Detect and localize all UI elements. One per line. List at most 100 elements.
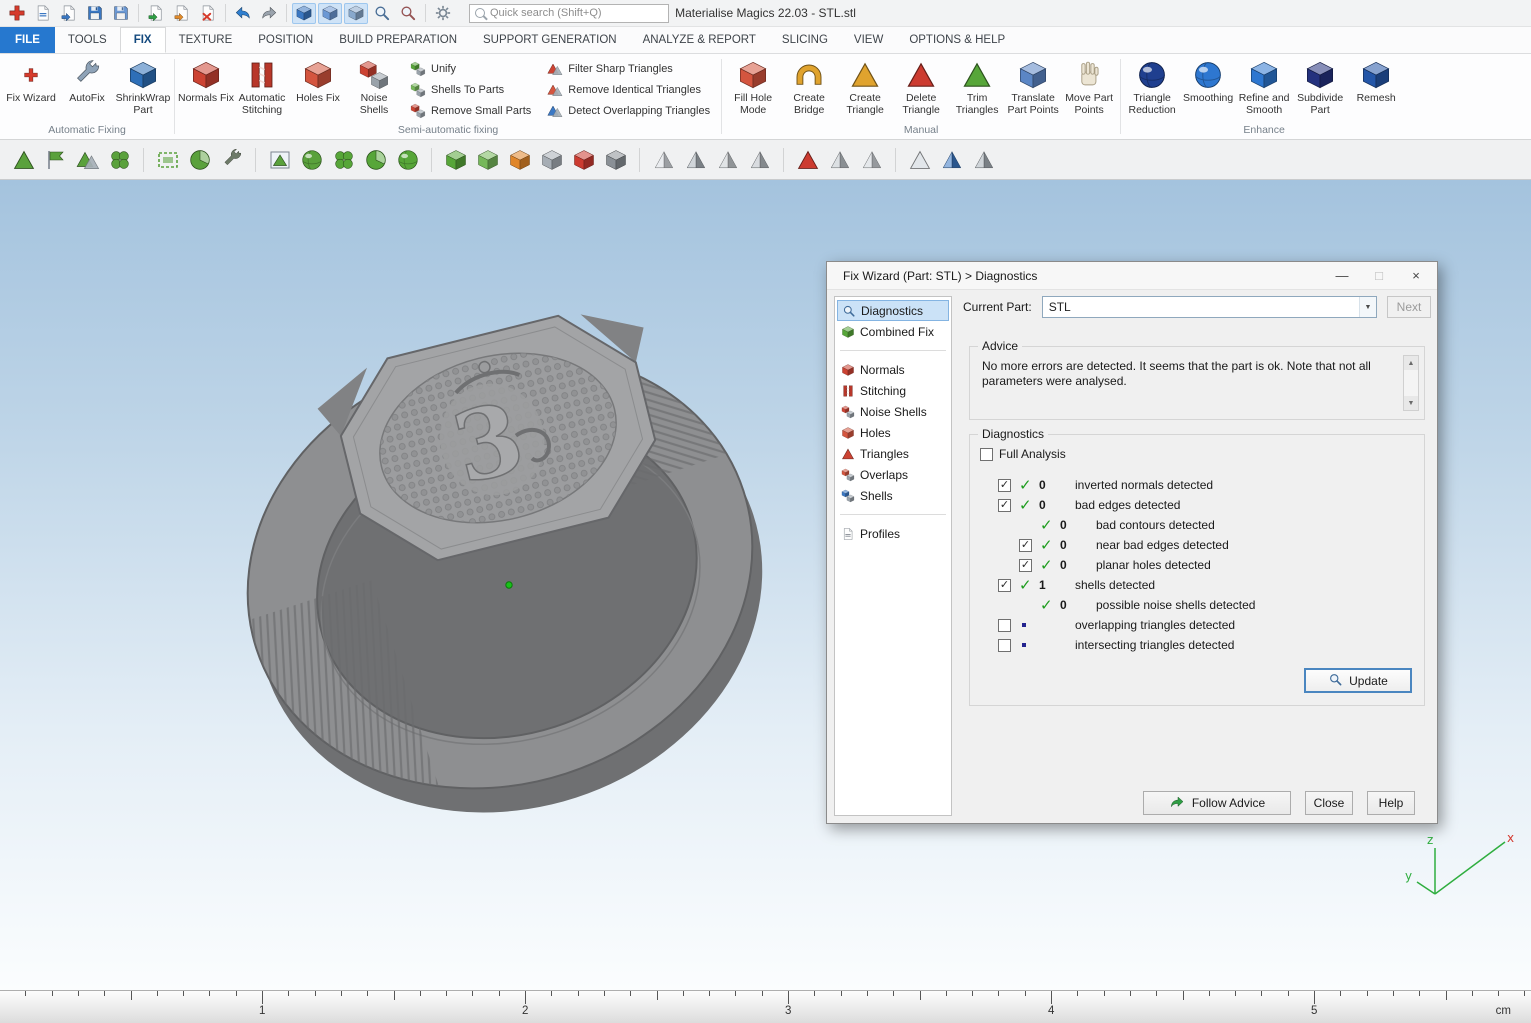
viewport-3d[interactable]: 3 x z y Fix Wizard (Part: STL) > Diagnos… [0, 180, 1531, 990]
unzoom-icon[interactable] [396, 3, 420, 24]
remesh-button[interactable]: Remesh [1348, 55, 1404, 117]
sidebar-item-noise-shells[interactable]: Noise Shells [837, 401, 949, 422]
quick-search-input[interactable]: Quick search (Shift+Q) [469, 4, 669, 23]
redo-icon[interactable] [257, 3, 281, 24]
tab-texture[interactable]: TEXTURE [166, 27, 246, 53]
advice-scrollbar[interactable]: ▲ ▼ [1403, 355, 1419, 411]
brush-selection-icon[interactable] [218, 146, 245, 173]
sidebar-item-combined-fix[interactable]: Combined Fix [837, 321, 949, 342]
tab-fix[interactable]: FIX [120, 27, 166, 53]
diagnostic-checkbox[interactable]: ✓ [1019, 539, 1032, 552]
save-project-as-icon[interactable] [109, 3, 133, 24]
filter-triangle-icon[interactable] [794, 146, 821, 173]
sidebar-item-shells[interactable]: Shells [837, 485, 949, 506]
mark-triangle-icon[interactable] [10, 146, 37, 173]
select-shell-cube-icon[interactable] [474, 146, 501, 173]
select-marked-cube-icon[interactable] [570, 146, 597, 173]
sidebar-item-normals[interactable]: Normals [837, 359, 949, 380]
detect-intersect-icon[interactable] [858, 146, 885, 173]
close-part-icon[interactable] [196, 3, 220, 24]
move-part-points-button[interactable]: Move Part Points [1061, 55, 1117, 117]
normals-fix-button[interactable]: Normals Fix [178, 55, 234, 117]
trim-triangles-button[interactable]: Trim Triangles [949, 55, 1005, 117]
tab-analyze-report[interactable]: ANALYZE & REPORT [630, 27, 769, 53]
scroll-down-icon[interactable]: ▼ [1404, 396, 1418, 410]
tab-build-preparation[interactable]: BUILD PREPARATION [326, 27, 470, 53]
zoom-selection-icon[interactable] [292, 3, 316, 24]
update-button[interactable]: Update [1304, 668, 1412, 693]
next-button[interactable]: Next [1387, 296, 1431, 318]
search-settings-icon[interactable] [431, 3, 455, 24]
undo-icon[interactable] [231, 3, 255, 24]
sidebar-item-triangles[interactable]: Triangles [837, 443, 949, 464]
delete-triangle-button[interactable]: Delete Triangle [893, 55, 949, 117]
full-analysis-checkbox[interactable] [980, 448, 993, 461]
mark-window-icon[interactable] [266, 146, 293, 173]
triangle-reduction-button[interactable]: Triangle Reduction [1124, 55, 1180, 117]
scroll-up-icon[interactable]: ▲ [1404, 356, 1418, 370]
open-project-icon[interactable] [57, 3, 81, 24]
mark-sphere-icon[interactable] [394, 146, 421, 173]
tab-view[interactable]: VIEW [841, 27, 896, 53]
tab-support-generation[interactable]: SUPPORT GENERATION [470, 27, 630, 53]
diagnostic-checkbox[interactable] [998, 639, 1011, 652]
filter-sharp-triangles-button[interactable]: Filter Sharp Triangles [547, 61, 710, 77]
diagnostic-checkbox[interactable]: ✓ [998, 479, 1011, 492]
rotate-view-icon[interactable] [344, 3, 368, 24]
mark-surface-icon[interactable] [74, 146, 101, 173]
dialog-title-bar[interactable]: Fix Wizard (Part: STL) > Diagnostics — □… [827, 262, 1437, 290]
delete-triangle-icon[interactable] [746, 146, 773, 173]
diagnostic-checkbox[interactable]: ✓ [998, 579, 1011, 592]
mark-shell-icon[interactable] [106, 146, 133, 173]
shells-to-parts-button[interactable]: Shells To Parts [410, 82, 531, 98]
section-pyramid-icon[interactable] [938, 146, 965, 173]
fix-wizard-button[interactable]: Fix Wizard [3, 55, 59, 117]
mark-plane-icon[interactable] [42, 146, 69, 173]
unify-button[interactable]: Unify [410, 61, 531, 77]
noise-shells-button[interactable]: Noise Shells [346, 55, 402, 117]
sidebar-item-stitching[interactable]: Stitching [837, 380, 949, 401]
fill-hole-mode-button[interactable]: Fill Hole Mode [725, 55, 781, 117]
remove-identical-triangles-button[interactable]: Remove Identical Triangles [547, 82, 710, 98]
help-button[interactable]: Help [1367, 791, 1415, 815]
tab-slicing[interactable]: SLICING [769, 27, 841, 53]
shrinkwrap-part-button[interactable]: ShrinkWrap Part [115, 55, 171, 117]
magics-logo-icon[interactable] [5, 3, 29, 24]
export-part-icon[interactable] [170, 3, 194, 24]
mark-pie-icon[interactable] [362, 146, 389, 173]
tab-tools[interactable]: TOOLS [55, 27, 120, 53]
sidebar-item-profiles[interactable]: Profiles [837, 523, 949, 544]
close-window-button[interactable]: × [1401, 265, 1431, 287]
autofix-button[interactable]: AutoFix [59, 55, 115, 117]
zoom-in-icon[interactable] [370, 3, 394, 24]
mark-inside-icon[interactable] [298, 146, 325, 173]
minimize-button[interactable]: — [1327, 265, 1357, 287]
rectangle-selection-icon[interactable] [154, 146, 181, 173]
detect-overlap-icon[interactable] [826, 146, 853, 173]
current-part-dropdown[interactable]: STL ▼ [1042, 296, 1377, 318]
mark-clover-icon[interactable] [330, 146, 357, 173]
sidebar-item-diagnostics[interactable]: Diagnostics [837, 300, 949, 321]
create-triangle-button[interactable]: Create Triangle [837, 55, 893, 117]
close-button[interactable]: Close [1305, 791, 1353, 815]
diagnostic-checkbox[interactable] [998, 619, 1011, 632]
detect-overlapping-triangles-button[interactable]: Detect Overlapping Triangles [547, 103, 710, 119]
select-surface-cube-icon[interactable] [506, 146, 533, 173]
automatic-stitching-button[interactable]: Automatic Stitching [234, 55, 290, 117]
sidebar-item-holes[interactable]: Holes [837, 422, 949, 443]
subdivide-part-button[interactable]: Subdivide Part [1292, 55, 1348, 117]
create-bridge-button[interactable]: Create Bridge [781, 55, 837, 117]
refine-and-smooth-button[interactable]: Refine and Smooth [1236, 55, 1292, 117]
save-project-icon[interactable] [83, 3, 107, 24]
import-part-icon[interactable] [144, 3, 168, 24]
tab-options-help[interactable]: OPTIONS & HELP [896, 27, 1018, 53]
select-part-cube-icon[interactable] [442, 146, 469, 173]
maximize-button[interactable]: □ [1364, 265, 1394, 287]
flip-triangle-icon[interactable] [714, 146, 741, 173]
tab-position[interactable]: POSITION [245, 27, 326, 53]
warning-triangle-icon[interactable] [906, 146, 933, 173]
pan-view-icon[interactable] [318, 3, 342, 24]
follow-advice-button[interactable]: Follow Advice [1143, 791, 1291, 815]
diagnostic-checkbox[interactable]: ✓ [998, 499, 1011, 512]
select-plane-cube-icon[interactable] [538, 146, 565, 173]
